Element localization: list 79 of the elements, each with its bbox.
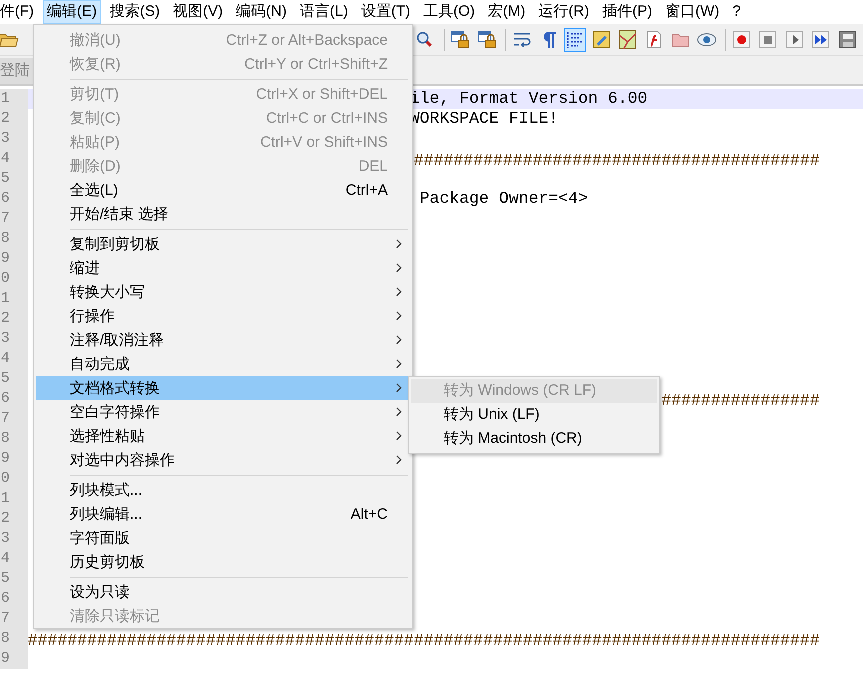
code-text: Package Owner=<4> (418, 189, 588, 209)
menu-item[interactable]: 设为只读 (36, 580, 410, 604)
chevron-right-icon (396, 311, 402, 321)
line-number: 8 (0, 629, 28, 649)
menu-bar-item[interactable]: 件(F) (0, 0, 38, 24)
menu-bar-item[interactable]: 工具(O) (419, 0, 480, 24)
code-text: ile, Format Version 6.00 (410, 89, 648, 109)
menu-bar-item[interactable]: 窗口(W) (661, 0, 724, 24)
menu-bar-item[interactable]: 搜索(S) (106, 0, 164, 24)
menu-item[interactable]: 转换大小写 (36, 280, 410, 304)
menu-item[interactable]: 开始/结束 选择 (36, 202, 410, 226)
line-number: 7 (0, 209, 28, 229)
hash-rule-text: ######################################### (414, 151, 820, 171)
menu-item[interactable]: 缩进 (36, 256, 410, 280)
menu-item[interactable]: 行操作 (36, 304, 410, 328)
chevron-right-icon (396, 407, 402, 417)
line-number: 3 (0, 329, 28, 349)
line-number: 2 (0, 309, 28, 329)
line-number: 4 (0, 549, 28, 569)
menu-bar-item[interactable]: 视图(V) (169, 0, 228, 24)
line-number: 1 (0, 89, 28, 109)
line-number: 6 (0, 189, 28, 209)
line-number: 9 (0, 449, 28, 469)
line-number: 3 (0, 129, 28, 149)
menu-bar-item[interactable]: 宏(M) (484, 0, 530, 24)
menu-item[interactable]: 空白字符操作 (36, 400, 410, 424)
line-number: 2 (0, 109, 28, 129)
line-number: 1 (0, 289, 28, 309)
chevron-right-icon (396, 383, 402, 393)
menu-item[interactable]: 选择性粘贴 (36, 424, 410, 448)
line-number: 6 (0, 589, 28, 609)
menu-item[interactable]: 注释/取消注释 (36, 328, 410, 352)
chevron-right-icon (396, 359, 402, 369)
line-number: 2 (0, 509, 28, 529)
line-number: 7 (0, 609, 28, 629)
line-number: 5 (0, 169, 28, 189)
menu-bar-item[interactable]: 编辑(E) (43, 0, 102, 24)
menu-item[interactable]: 复制到剪切板 (36, 232, 410, 256)
line-number: 3 (0, 529, 28, 549)
chevron-right-icon (396, 239, 402, 249)
hash-rule-text: ################################################################################ (28, 631, 820, 651)
menu-item[interactable]: 历史剪切板 (36, 550, 410, 574)
menu-item[interactable]: 对选中内容操作 (36, 448, 410, 472)
line-number: 1 (0, 489, 28, 509)
line-number: 6 (0, 389, 28, 409)
line-number: 0 (0, 269, 28, 289)
chevron-right-icon (396, 263, 402, 273)
line-number: 9 (0, 249, 28, 269)
menu-item[interactable]: 转为 Macintosh (CR) (411, 427, 657, 451)
menu-item[interactable]: 转为 Unix (LF) (411, 403, 657, 427)
chevron-right-icon (396, 455, 402, 465)
menu-item[interactable]: 列块模式... (36, 478, 410, 502)
line-number: 8 (0, 429, 28, 449)
menu-bar-item[interactable]: 运行(R) (534, 0, 594, 24)
menu-bar-item[interactable]: 语言(L) (296, 0, 352, 24)
chevron-right-icon (396, 431, 402, 441)
line-number: 9 (0, 649, 28, 669)
line-number: 5 (0, 569, 28, 589)
line-number: 5 (0, 369, 28, 389)
code-text: WORKSPACE FILE! (410, 109, 559, 129)
line-number: 7 (0, 409, 28, 429)
menu-bar-item[interactable]: 编码(N) (232, 0, 291, 24)
line-number: 8 (0, 229, 28, 249)
menu-item[interactable]: 字符面版 (36, 526, 410, 550)
line-number: 0 (0, 469, 28, 489)
menu-item[interactable]: 文档格式转换 (36, 376, 410, 400)
menu-bar-item[interactable]: 插件(P) (598, 0, 656, 24)
hash-rule-text: ################ (662, 391, 820, 411)
menu-bar-item[interactable]: ? (728, 0, 745, 24)
menu-item[interactable]: 列块编辑... Alt+C (36, 502, 410, 526)
chevron-right-icon (396, 335, 402, 345)
chevron-right-icon (396, 287, 402, 297)
line-number: 4 (0, 149, 28, 169)
line-number: 4 (0, 349, 28, 369)
menu-item[interactable]: 自动完成 (36, 352, 410, 376)
menu-bar-item[interactable]: 设置(T) (357, 0, 414, 24)
indent-guide-icon[interactable] (564, 28, 586, 52)
map-icon[interactable] (616, 28, 640, 52)
menu-item[interactable]: 全选(L) Ctrl+A (36, 178, 410, 202)
